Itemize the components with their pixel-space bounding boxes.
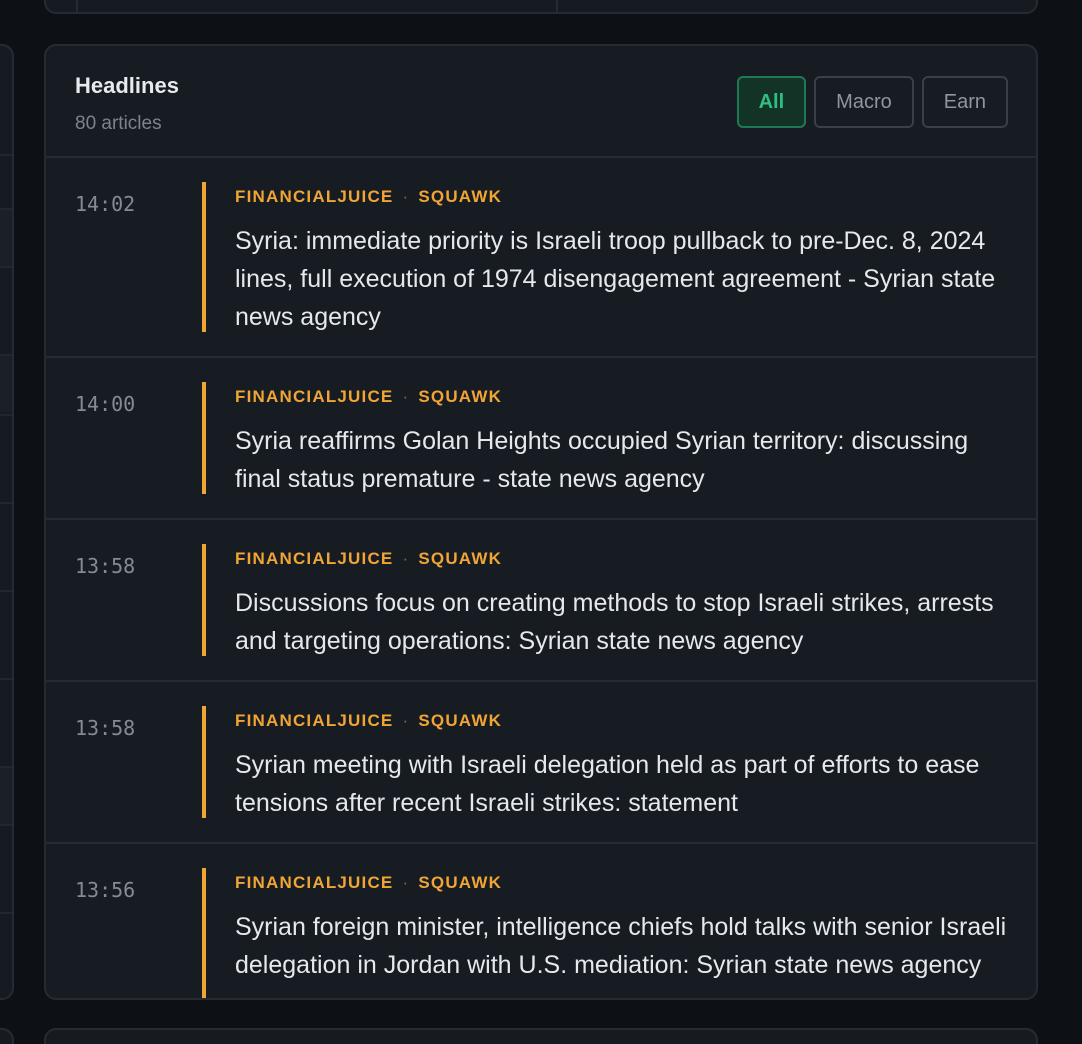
panel-title: Headlines	[75, 73, 179, 98]
article-type: SQUAWK	[418, 711, 503, 730]
article-time: 13:56	[75, 878, 136, 902]
left-panel-row-shade	[0, 210, 12, 266]
article-source: FINANCIALJUICE	[235, 711, 394, 730]
left-panel-row-divider	[0, 154, 12, 156]
left-panel-row-divider	[0, 502, 12, 504]
article-accent-bar	[202, 706, 206, 818]
article-meta: FINANCIALJUICE · SQUAWK	[235, 187, 502, 207]
article-source: FINANCIALJUICE	[235, 187, 394, 206]
left-panel-row-shade	[0, 356, 12, 412]
left-panel-row-divider	[0, 266, 12, 268]
article-type: SQUAWK	[418, 873, 503, 892]
article-time: 14:02	[75, 192, 136, 216]
article-time: 13:58	[75, 716, 136, 740]
article-headline[interactable]: Discussions focus on creating methods to…	[235, 584, 1015, 660]
article-item[interactable]: 14:00 FINANCIALJUICE · SQUAWK Syria reaffi…	[46, 358, 1036, 520]
filter-all-button[interactable]: All	[736, 76, 807, 128]
left-bottom-panel-fragment	[0, 1028, 14, 1044]
article-meta: FINANCIALJUICE · SQUAWK	[235, 387, 502, 407]
left-panel-row-divider	[0, 678, 12, 680]
article-meta: FINANCIALJUICE · SQUAWK	[235, 549, 502, 569]
headlines-header: Headlines 80 articles All Macro Earn	[46, 46, 1036, 158]
top-panel-divider	[556, 0, 558, 12]
article-item[interactable]: 14:02 FINANCIALJUICE · SQUAWK Syria: immed…	[46, 158, 1036, 358]
filter-earn-button[interactable]: Earn	[921, 76, 1008, 128]
left-panel-row-divider	[0, 354, 12, 356]
top-panel-fragment	[44, 0, 1038, 14]
top-panel-divider	[76, 0, 78, 12]
article-item[interactable]: 13:58 FINANCIALJUICE · SQUAWK Syrian meeti…	[46, 682, 1036, 844]
meta-separator: ·	[402, 549, 410, 568]
left-panel-fragment	[0, 44, 14, 1000]
article-accent-bar	[202, 182, 206, 332]
article-headline[interactable]: Syrian foreign minister, intelligence ch…	[235, 908, 1015, 984]
article-accent-bar	[202, 544, 206, 656]
article-accent-bar	[202, 868, 206, 998]
article-headline[interactable]: Syria: immediate priority is Israeli tro…	[235, 222, 1015, 336]
article-meta: FINANCIALJUICE · SQUAWK	[235, 873, 502, 893]
article-type: SQUAWK	[418, 549, 503, 568]
left-panel-row-divider	[0, 824, 12, 826]
filter-macro-button[interactable]: Macro	[814, 76, 914, 128]
article-type: SQUAWK	[418, 387, 503, 406]
filter-group: All Macro Earn	[736, 76, 1008, 128]
bottom-panel-fragment	[44, 1028, 1038, 1044]
meta-separator: ·	[402, 873, 410, 892]
meta-separator: ·	[402, 711, 410, 730]
article-item[interactable]: 13:58 FINANCIALJUICE · SQUAWK Discussions …	[46, 520, 1036, 682]
meta-separator: ·	[402, 387, 410, 406]
left-panel-row-divider	[0, 414, 12, 416]
left-panel-row-shade	[0, 768, 12, 824]
article-time: 14:00	[75, 392, 136, 416]
article-count: 80 articles	[75, 113, 162, 134]
article-source: FINANCIALJUICE	[235, 549, 394, 568]
article-meta: FINANCIALJUICE · SQUAWK	[235, 711, 502, 731]
article-accent-bar	[202, 382, 206, 494]
left-panel-row-divider	[0, 766, 12, 768]
page: Headlines 80 articles All Macro Earn 14:…	[0, 0, 1082, 1044]
article-item[interactable]: 13:56 FINANCIALJUICE · SQUAWK Syrian forei…	[46, 844, 1036, 998]
article-source: FINANCIALJUICE	[235, 873, 394, 892]
left-panel-row-divider	[0, 208, 12, 210]
article-headline[interactable]: Syria reaffirms Golan Heights occupied S…	[235, 422, 1015, 498]
article-headline[interactable]: Syrian meeting with Israeli delegation h…	[235, 746, 1015, 822]
article-type: SQUAWK	[418, 187, 503, 206]
left-panel-row-divider	[0, 590, 12, 592]
meta-separator: ·	[402, 187, 410, 206]
left-panel-row-divider	[0, 912, 12, 914]
article-source: FINANCIALJUICE	[235, 387, 394, 406]
article-time: 13:58	[75, 554, 136, 578]
headlines-panel: Headlines 80 articles All Macro Earn 14:…	[44, 44, 1038, 1000]
